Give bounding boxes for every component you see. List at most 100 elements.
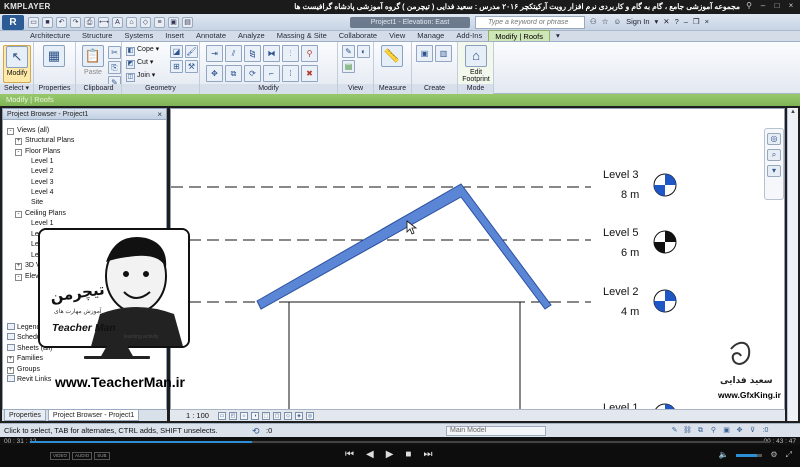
open-icon[interactable]: ▭ (28, 17, 39, 28)
crop-view-icon[interactable]: ⬚ (262, 412, 270, 420)
array-icon[interactable]: ⁞ (282, 65, 299, 82)
create-parts-icon[interactable]: ▥ (435, 45, 452, 62)
expand-icon[interactable]: + (15, 263, 22, 270)
show-crop-icon[interactable]: ▢ (273, 412, 281, 420)
mirror-draw-icon[interactable]: ⧓ (263, 45, 280, 62)
tree-item[interactable]: + Structural Plans (15, 136, 74, 146)
cut-geometry-button[interactable]: ◩ Cut ▾ (126, 58, 153, 69)
tab-structure[interactable]: Structure (76, 30, 118, 41)
copy-icon[interactable]: ⎘ (108, 61, 121, 74)
wall-joins-icon[interactable]: ⊞ (170, 60, 183, 73)
hide-icon[interactable]: ◐ (357, 45, 370, 58)
tab-properties[interactable]: Properties (4, 410, 46, 421)
level-elevation-5[interactable]: 6 m (621, 247, 639, 259)
window-restore-icon[interactable]: ❐ (693, 17, 700, 26)
sign-in-button[interactable]: Sign In (626, 17, 649, 26)
align-icon[interactable]: ⇥ (206, 45, 223, 62)
split-icon[interactable]: ⫶ (282, 45, 299, 62)
trim-icon[interactable]: ⌐ (263, 65, 280, 82)
level-name-2[interactable]: Level 2 (603, 286, 638, 298)
workset-icon[interactable]: ⟲ (252, 426, 260, 437)
panel-select-label[interactable]: Select ▾ (0, 84, 33, 94)
thin-lines-icon[interactable]: ≡ (154, 17, 165, 28)
tree-item[interactable]: Level 3 (31, 178, 54, 188)
sun-path-icon[interactable]: ☼ (240, 412, 248, 420)
play-icon[interactable]: ▶ (386, 449, 394, 460)
search-input[interactable] (475, 16, 585, 29)
close-hidden-icon[interactable]: ▣ (168, 17, 179, 28)
section-icon[interactable]: ◇ (140, 17, 151, 28)
tree-item[interactable]: - Ceiling Plans (15, 209, 66, 219)
paste-button[interactable]: 📋 Paste (79, 45, 107, 83)
split-face-icon[interactable]: ◪ (170, 45, 183, 58)
fullscreen-icon[interactable]: ⤢ (786, 450, 792, 460)
panel-view-label[interactable]: View (338, 84, 373, 94)
copy-element-icon[interactable]: ⧉ (225, 65, 242, 82)
tree-item[interactable]: + Groups (7, 365, 40, 375)
mirror-axis-icon[interactable]: ⧎ (244, 45, 261, 62)
level-elevation-3[interactable]: 8 m (621, 189, 639, 201)
prev-icon[interactable]: ⏮ (345, 449, 354, 460)
tab-collaborate[interactable]: Collaborate (333, 30, 383, 41)
visual-style-icon[interactable]: ◰ (229, 412, 237, 420)
tab-project-browser[interactable]: Project Browser - Project1 (47, 410, 140, 421)
temporary-hide-icon[interactable]: ◇ (284, 412, 292, 420)
select-links-icon[interactable]: ⛓ (683, 426, 692, 435)
tree-item[interactable]: - Views (all) (7, 126, 49, 136)
tree-item[interactable]: + Families (7, 354, 43, 364)
view-scale[interactable]: 1 : 100 (186, 411, 209, 420)
shadows-icon[interactable]: ◑ (251, 412, 259, 420)
collapse-icon[interactable]: - (7, 128, 14, 135)
help-icon[interactable]: ? (675, 17, 679, 26)
tree-item[interactable]: Level 4 (31, 188, 54, 198)
volume-icon[interactable]: 🔈 (718, 450, 728, 460)
analytical-model-icon[interactable]: ◎ (306, 412, 314, 420)
filter-icon[interactable]: ⊽ (748, 426, 757, 435)
tree-item[interactable]: - Floor Plans (15, 147, 60, 157)
override-graphics-icon[interactable]: ✎ (342, 45, 355, 58)
detail-level-icon[interactable]: ▭ (218, 412, 226, 420)
cope-button[interactable]: ◧ Cope ▾ (126, 45, 159, 56)
application-menu-button[interactable]: R (2, 15, 24, 30)
rewind-icon[interactable]: ◀ (366, 449, 374, 460)
seek-track[interactable] (30, 441, 770, 443)
pin-element-icon[interactable]: ⚲ (301, 45, 318, 62)
zoom-icon[interactable]: ⌕ (767, 149, 781, 161)
save-icon[interactable]: ■ (42, 17, 53, 28)
subscription-icon[interactable]: ☆ (602, 17, 609, 26)
collapse-icon[interactable]: - (15, 274, 22, 281)
offset-icon[interactable]: ⫽ (225, 45, 242, 62)
select-underlay-icon[interactable]: ⧉ (696, 426, 705, 435)
level-elevation-2[interactable]: 4 m (621, 306, 639, 318)
maximize-icon[interactable]: □ (772, 1, 782, 11)
tree-item[interactable]: Site (31, 198, 43, 208)
tree-item[interactable]: Level 1 (31, 157, 54, 167)
nav-chevron-icon[interactable]: ▾ (767, 165, 781, 177)
cut-icon[interactable]: ✂ (108, 46, 121, 59)
panel-geometry-label[interactable]: Geometry (122, 84, 199, 94)
create-assembly-icon[interactable]: ▣ (416, 45, 433, 62)
tree-item[interactable]: Level 2 (31, 167, 54, 177)
model-select[interactable]: Main Model (446, 426, 546, 436)
expand-icon[interactable]: + (7, 356, 14, 363)
binoculars-icon[interactable]: ⚇ (590, 17, 597, 26)
ribbon-minimize-icon[interactable]: ▾ (550, 30, 566, 41)
tab-architecture[interactable]: Architecture (24, 30, 76, 41)
switch-windows-icon[interactable]: ▤ (182, 17, 193, 28)
demolish-icon[interactable]: ⚒ (185, 60, 198, 73)
tab-insert[interactable]: Insert (159, 30, 190, 41)
measure-icon[interactable]: ⟷ (98, 17, 109, 28)
select-by-face-icon[interactable]: ▣ (722, 426, 731, 435)
redo-icon[interactable]: ↷ (70, 17, 81, 28)
tab-add-ins[interactable]: Add-Ins (450, 30, 488, 41)
user-icon[interactable]: ☺ (613, 17, 621, 26)
chevron-down-icon[interactable]: ▾ (655, 17, 659, 26)
select-pinned-icon[interactable]: ⚲ (709, 426, 718, 435)
collapse-icon[interactable]: - (15, 149, 22, 156)
tab-modify-roofs[interactable]: Modify | Roofs (488, 30, 551, 41)
close-icon[interactable]: × (786, 1, 796, 11)
tab-analyze[interactable]: Analyze (232, 30, 271, 41)
collapse-icon[interactable]: - (15, 211, 22, 218)
undo-icon[interactable]: ↶ (56, 17, 67, 28)
tree-item[interactable]: Revit Links (7, 375, 51, 385)
